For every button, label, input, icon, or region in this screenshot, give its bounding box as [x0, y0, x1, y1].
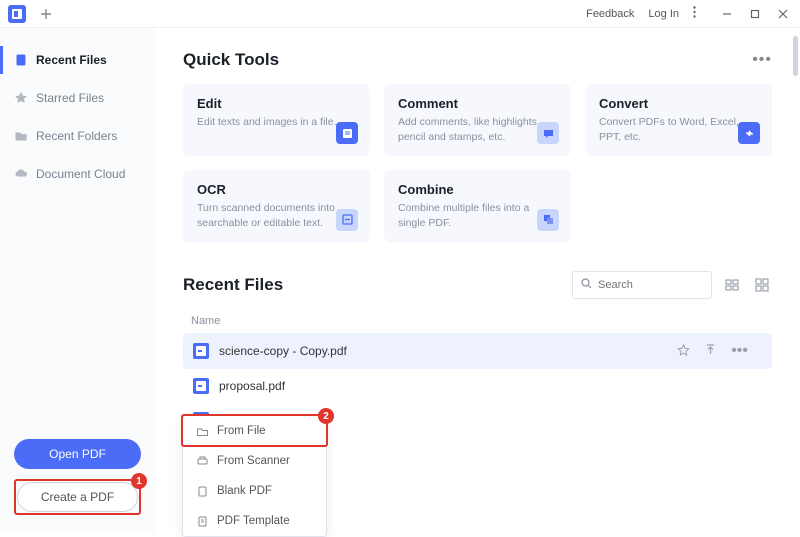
minimize-button[interactable] [718, 5, 736, 23]
tools-grid: Edit Edit texts and images in a file. Co… [183, 84, 772, 243]
close-button[interactable] [774, 5, 792, 23]
upload-button[interactable] [704, 344, 717, 357]
tool-desc: Add comments, like highlights, pencil an… [398, 115, 557, 144]
search-icon [581, 276, 592, 294]
grid-view-button[interactable] [752, 275, 772, 295]
more-menu-button[interactable] [693, 6, 696, 21]
popup-item-label: From Scanner [217, 455, 290, 467]
file-name: science-copy - Copy.pdf [219, 344, 667, 358]
scrollbar[interactable] [793, 36, 798, 76]
popup-item-from-scanner[interactable]: From Scanner [183, 446, 326, 476]
star-button[interactable] [677, 344, 690, 357]
tool-title: Edit [197, 96, 356, 111]
quick-tools-more-button[interactable]: ••• [752, 51, 772, 69]
convert-icon [738, 122, 760, 144]
tool-title: Convert [599, 96, 758, 111]
popup-item-blank-pdf[interactable]: Blank PDF [183, 476, 326, 506]
sidebar-item-label: Recent Files [36, 53, 107, 67]
file-actions: ••• [677, 342, 762, 360]
tool-desc: Convert PDFs to Word, Excel, PPT, etc. [599, 115, 758, 144]
blank-page-icon [195, 484, 209, 498]
sidebar-item-label: Recent Folders [36, 129, 117, 143]
create-pdf-popup: 2 From File From Scanner Blank PDF PDF T… [182, 415, 327, 537]
titlebar-left [8, 4, 56, 24]
quick-tools-title: Quick Tools [183, 50, 279, 70]
tool-desc: Combine multiple files into a single PDF… [398, 201, 557, 230]
sidebar-item-label: Document Cloud [36, 167, 125, 181]
ocr-icon [336, 209, 358, 231]
tool-card-ocr[interactable]: OCR Turn scanned documents into searchab… [183, 170, 370, 242]
login-link[interactable]: Log In [648, 8, 679, 20]
recent-files-title: Recent Files [183, 275, 283, 295]
popup-item-label: Blank PDF [217, 485, 272, 497]
folder-icon [195, 424, 209, 438]
file-row[interactable]: proposal.pdf [183, 369, 772, 403]
pdf-file-icon [193, 343, 209, 359]
tool-title: Combine [398, 182, 557, 197]
tool-card-convert[interactable]: Convert Convert PDFs to Word, Excel, PPT… [585, 84, 772, 156]
star-icon [14, 91, 28, 105]
cloud-icon [14, 167, 28, 181]
list-view-button[interactable] [722, 275, 742, 295]
template-icon [195, 514, 209, 528]
comment-icon [537, 122, 559, 144]
file-name: proposal.pdf [219, 379, 762, 393]
main-layout: Recent Files Starred Files Recent Folder… [0, 28, 800, 533]
tool-title: OCR [197, 182, 356, 197]
feedback-link[interactable]: Feedback [586, 8, 634, 20]
scanner-icon [195, 454, 209, 468]
column-header-name: Name [183, 309, 772, 333]
combine-icon [537, 209, 559, 231]
app-logo-icon [8, 5, 26, 23]
tool-title: Comment [398, 96, 557, 111]
create-pdf-button[interactable]: Create a PDF [17, 482, 138, 512]
folder-icon [14, 129, 28, 143]
open-pdf-button[interactable]: Open PDF [14, 439, 141, 469]
titlebar-right: Feedback Log In [586, 5, 792, 23]
sidebar-item-recent-files[interactable]: Recent Files [0, 46, 155, 74]
sidebar-item-recent-folders[interactable]: Recent Folders [0, 122, 155, 150]
tool-desc: Edit texts and images in a file. [197, 115, 356, 130]
maximize-button[interactable] [746, 5, 764, 23]
search-input[interactable] [598, 279, 703, 291]
sidebar-item-label: Starred Files [36, 91, 104, 105]
sidebar-bottom: Open PDF Create a PDF 1 [0, 429, 155, 533]
window-controls [718, 5, 792, 23]
sidebar-item-document-cloud[interactable]: Document Cloud [0, 160, 155, 188]
titlebar: Feedback Log In [0, 0, 800, 28]
popup-item-label: PDF Template [217, 515, 290, 527]
tool-card-edit[interactable]: Edit Edit texts and images in a file. [183, 84, 370, 156]
document-icon [14, 53, 28, 67]
sidebar: Recent Files Starred Files Recent Folder… [0, 28, 155, 533]
tool-card-comment[interactable]: Comment Add comments, like highlights, p… [384, 84, 571, 156]
new-tab-button[interactable] [36, 4, 56, 24]
file-more-button[interactable]: ••• [731, 342, 748, 360]
search-box[interactable] [572, 271, 712, 299]
popup-item-from-file[interactable]: From File [183, 416, 326, 446]
popup-item-label: From File [217, 425, 266, 437]
popup-item-pdf-template[interactable]: PDF Template [183, 506, 326, 536]
file-row[interactable]: science-copy - Copy.pdf ••• [183, 333, 772, 369]
quick-tools-header: Quick Tools ••• [183, 50, 772, 70]
recent-files-header: Recent Files [183, 271, 772, 299]
annotation-badge-1: 1 [131, 473, 147, 489]
pdf-file-icon [193, 378, 209, 394]
sidebar-item-starred-files[interactable]: Starred Files [0, 84, 155, 112]
annotation-highlight-1: Create a PDF 1 [14, 479, 141, 515]
tool-card-combine[interactable]: Combine Combine multiple files into a si… [384, 170, 571, 242]
recent-controls [572, 271, 772, 299]
edit-icon [336, 122, 358, 144]
tool-desc: Turn scanned documents into searchable o… [197, 201, 356, 230]
